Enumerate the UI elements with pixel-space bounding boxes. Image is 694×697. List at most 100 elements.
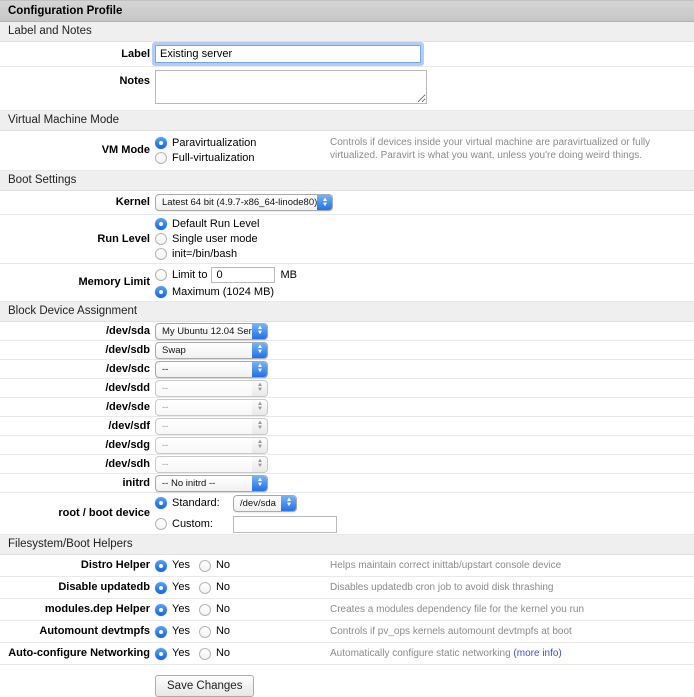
notes-textarea[interactable] [155,70,427,104]
limit-to-option-label: Limit to [171,269,207,282]
automount-devtmpfs-no-radio[interactable] [199,626,211,638]
vm-mode-help-text: Controls if devices inside your virtual … [330,136,688,162]
disable-updatedb-help-text: Disables updatedb cron job to avoid disk… [330,581,688,594]
disable-updatedb-no-radio[interactable] [199,582,211,594]
initrd-select-value: -- No initrd -- [156,476,252,491]
yes-label: Yes [171,581,190,594]
dev-sda-select[interactable]: My Ubuntu 12.04 Server ▲▼ [155,323,268,340]
dev-sdc-row: /dev/sdc -- ▲▼ [0,360,694,379]
standard-root-select-value: /dev/sda [234,496,281,511]
section-filesystem-boot-helpers: Filesystem/Boot Helpers [0,535,694,555]
notes-row: Notes [0,67,694,111]
distro-helper-no-radio[interactable] [199,560,211,572]
dev-sda-row: /dev/sda My Ubuntu 12.04 Server ▲▼ [0,322,694,341]
dev-sdf-select[interactable]: -- ▲▼ [155,418,268,435]
label-row: Label [0,42,694,67]
automount-devtmpfs-yes-radio[interactable] [155,626,167,638]
default-run-level-radio[interactable] [155,218,167,230]
disable-updatedb-row: Disable updatedb Yes No Disables updated… [0,577,694,599]
memory-limit-input[interactable] [211,267,275,283]
select-stepper-icon: ▲▼ [252,438,267,453]
kernel-row: Kernel Latest 64 bit (4.9.7-x86_64-linod… [0,191,694,215]
standard-root-radio[interactable] [155,497,167,509]
disable-updatedb-label: Disable updatedb [0,581,150,594]
kernel-select[interactable]: Latest 64 bit (4.9.7-x86_64-linode80) ▲▼ [155,194,333,211]
select-stepper-icon: ▲▼ [252,362,267,377]
page-title: Configuration Profile [0,0,694,22]
dev-sdd-label: /dev/sdd [0,382,150,395]
paravirtualization-radio[interactable] [155,137,167,149]
dev-sde-select-value: -- [156,400,252,415]
dev-sdb-select[interactable]: Swap ▲▼ [155,342,268,359]
dev-sdb-row: /dev/sdb Swap ▲▼ [0,341,694,360]
label-input[interactable] [155,45,421,63]
auto-configure-networking-no-radio[interactable] [199,648,211,660]
dev-sdc-select-value: -- [156,362,252,377]
auto-configure-networking-label: Auto-configure Networking [0,647,150,660]
section-block-device-assignment: Block Device Assignment [0,302,694,322]
dev-sdf-label: /dev/sdf [0,420,150,433]
no-label: No [215,603,230,616]
select-stepper-icon: ▲▼ [317,195,332,210]
modules-dep-helper-row: modules.dep Helper Yes No Creates a modu… [0,599,694,621]
dev-sdd-select-value: -- [156,381,252,396]
dev-sdc-select[interactable]: -- ▲▼ [155,361,268,378]
memory-limit-row: Memory Limit Limit to MB Maximum (1024 M… [0,264,694,302]
auto-configure-networking-yes-radio[interactable] [155,648,167,660]
section-label-and-notes: Label and Notes [0,22,694,42]
no-label: No [215,581,230,594]
full-virtualization-option-label: Full-virtualization [171,152,255,165]
custom-root-radio[interactable] [155,518,167,530]
modules-dep-helper-yes-radio[interactable] [155,604,167,616]
dev-sdd-select[interactable]: -- ▲▼ [155,380,268,397]
yes-label: Yes [171,647,190,660]
distro-helper-help-text: Helps maintain correct inittab/upstart c… [330,559,688,572]
init-bin-bash-radio[interactable] [155,248,167,260]
dev-sdb-select-value: Swap [156,343,252,358]
paravirtualization-option-label: Paravirtualization [171,137,256,150]
dev-sdg-label: /dev/sdg [0,439,150,452]
standard-root-label: Standard: [171,497,229,510]
configuration-profile-page: Configuration Profile Label and Notes La… [0,0,694,697]
maximum-memory-option-label: Maximum (1024 MB) [171,286,274,299]
dev-sde-label: /dev/sde [0,401,150,414]
automount-devtmpfs-help-text: Controls if pv_ops kernels automount dev… [330,625,688,638]
dev-sdh-select-value: -- [156,457,252,472]
single-user-mode-radio[interactable] [155,233,167,245]
dev-sdh-row: /dev/sdh -- ▲▼ [0,455,694,474]
full-virtualization-radio[interactable] [155,152,167,164]
dev-sda-select-value: My Ubuntu 12.04 Server [156,324,252,339]
standard-root-select[interactable]: /dev/sda ▲▼ [233,495,297,512]
custom-root-input[interactable] [233,516,337,533]
select-stepper-icon: ▲▼ [281,496,296,511]
dev-sdg-select-value: -- [156,438,252,453]
select-stepper-icon: ▲▼ [252,343,267,358]
disable-updatedb-yes-radio[interactable] [155,582,167,594]
dev-sdh-select[interactable]: -- ▲▼ [155,456,268,473]
auto-configure-networking-help-text: Automatically configure static networkin… [330,647,688,660]
modules-dep-helper-no-radio[interactable] [199,604,211,616]
more-info-link[interactable]: (more info) [513,648,561,659]
auto-configure-networking-help-main: Automatically configure static networkin… [330,648,511,659]
distro-helper-yes-radio[interactable] [155,560,167,572]
dev-sdg-select[interactable]: -- ▲▼ [155,437,268,454]
init-bin-bash-option-label: init=/bin/bash [171,248,237,261]
modules-dep-helper-help-text: Creates a modules dependency file for th… [330,603,688,616]
maximum-memory-radio[interactable] [155,286,167,298]
no-label: No [215,647,230,660]
section-boot-settings: Boot Settings [0,171,694,191]
label-field-label: Label [0,45,150,61]
dev-sde-select[interactable]: -- ▲▼ [155,399,268,416]
dev-sdf-select-value: -- [156,419,252,434]
section-virtual-machine-mode: Virtual Machine Mode [0,111,694,131]
select-stepper-icon: ▲▼ [252,419,267,434]
distro-helper-label: Distro Helper [0,559,150,572]
limit-to-radio[interactable] [155,269,167,281]
kernel-select-value: Latest 64 bit (4.9.7-x86_64-linode80) [156,195,317,210]
dev-sdd-row: /dev/sdd -- ▲▼ [0,379,694,398]
save-changes-button[interactable]: Save Changes [155,675,254,697]
automount-devtmpfs-label: Automount devtmpfs [0,625,150,638]
default-run-level-option-label: Default Run Level [171,218,259,231]
auto-configure-networking-row: Auto-configure Networking Yes No Automat… [0,643,694,665]
initrd-select[interactable]: -- No initrd -- ▲▼ [155,475,268,492]
